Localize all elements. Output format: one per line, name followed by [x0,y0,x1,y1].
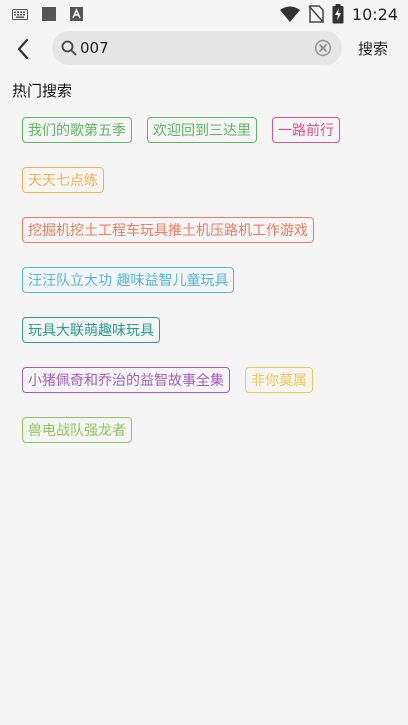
hot-search-tag[interactable]: 我们的歌第五季 [22,117,132,143]
no-sim-icon [308,5,324,23]
hot-search-tag[interactable]: 兽电战队强龙者 [22,417,132,443]
hot-search-tag[interactable]: 小猪佩奇和乔治的益智故事全集 [22,367,230,393]
square-icon [42,7,56,21]
keyboard-icon [12,8,28,20]
hot-search-tag[interactable]: 天天七点练 [22,167,104,193]
status-bar: 10:24 [0,0,408,28]
hot-search-tag[interactable]: 挖掘机挖土工程车玩具推土机压路机工作游戏 [22,217,314,243]
font-icon [70,7,83,21]
hot-search-tag[interactable]: 玩具大联萌趣味玩具 [22,317,160,343]
back-arrow-icon [17,38,29,60]
status-bar-right: 10:24 [279,4,398,24]
hot-search-tag[interactable]: 非你莫属 [245,367,313,393]
clear-icon[interactable] [314,39,332,57]
hot-search-title: 热门搜索 [12,82,73,100]
search-input[interactable] [80,31,310,65]
hot-search-tag[interactable]: 一路前行 [272,117,340,143]
battery-charging-icon [332,4,344,24]
back-button[interactable] [8,34,38,64]
wifi-icon [279,6,300,22]
search-icon [61,40,77,56]
clock: 10:24 [351,4,398,24]
status-bar-left [12,7,83,21]
search-toolbar: 搜索 [0,28,408,70]
search-button[interactable]: 搜索 [358,38,388,59]
hot-search-tag[interactable]: 汪汪队立大功 趣味益智儿童玩具 [22,267,235,293]
hot-search-tags: 我们的歌第五季 欢迎回到三达里 一路前行 天天七点练 挖掘机挖土工程车玩具推土机… [22,117,392,443]
search-box [52,31,342,65]
hot-search-tag[interactable]: 欢迎回到三达里 [147,117,257,143]
